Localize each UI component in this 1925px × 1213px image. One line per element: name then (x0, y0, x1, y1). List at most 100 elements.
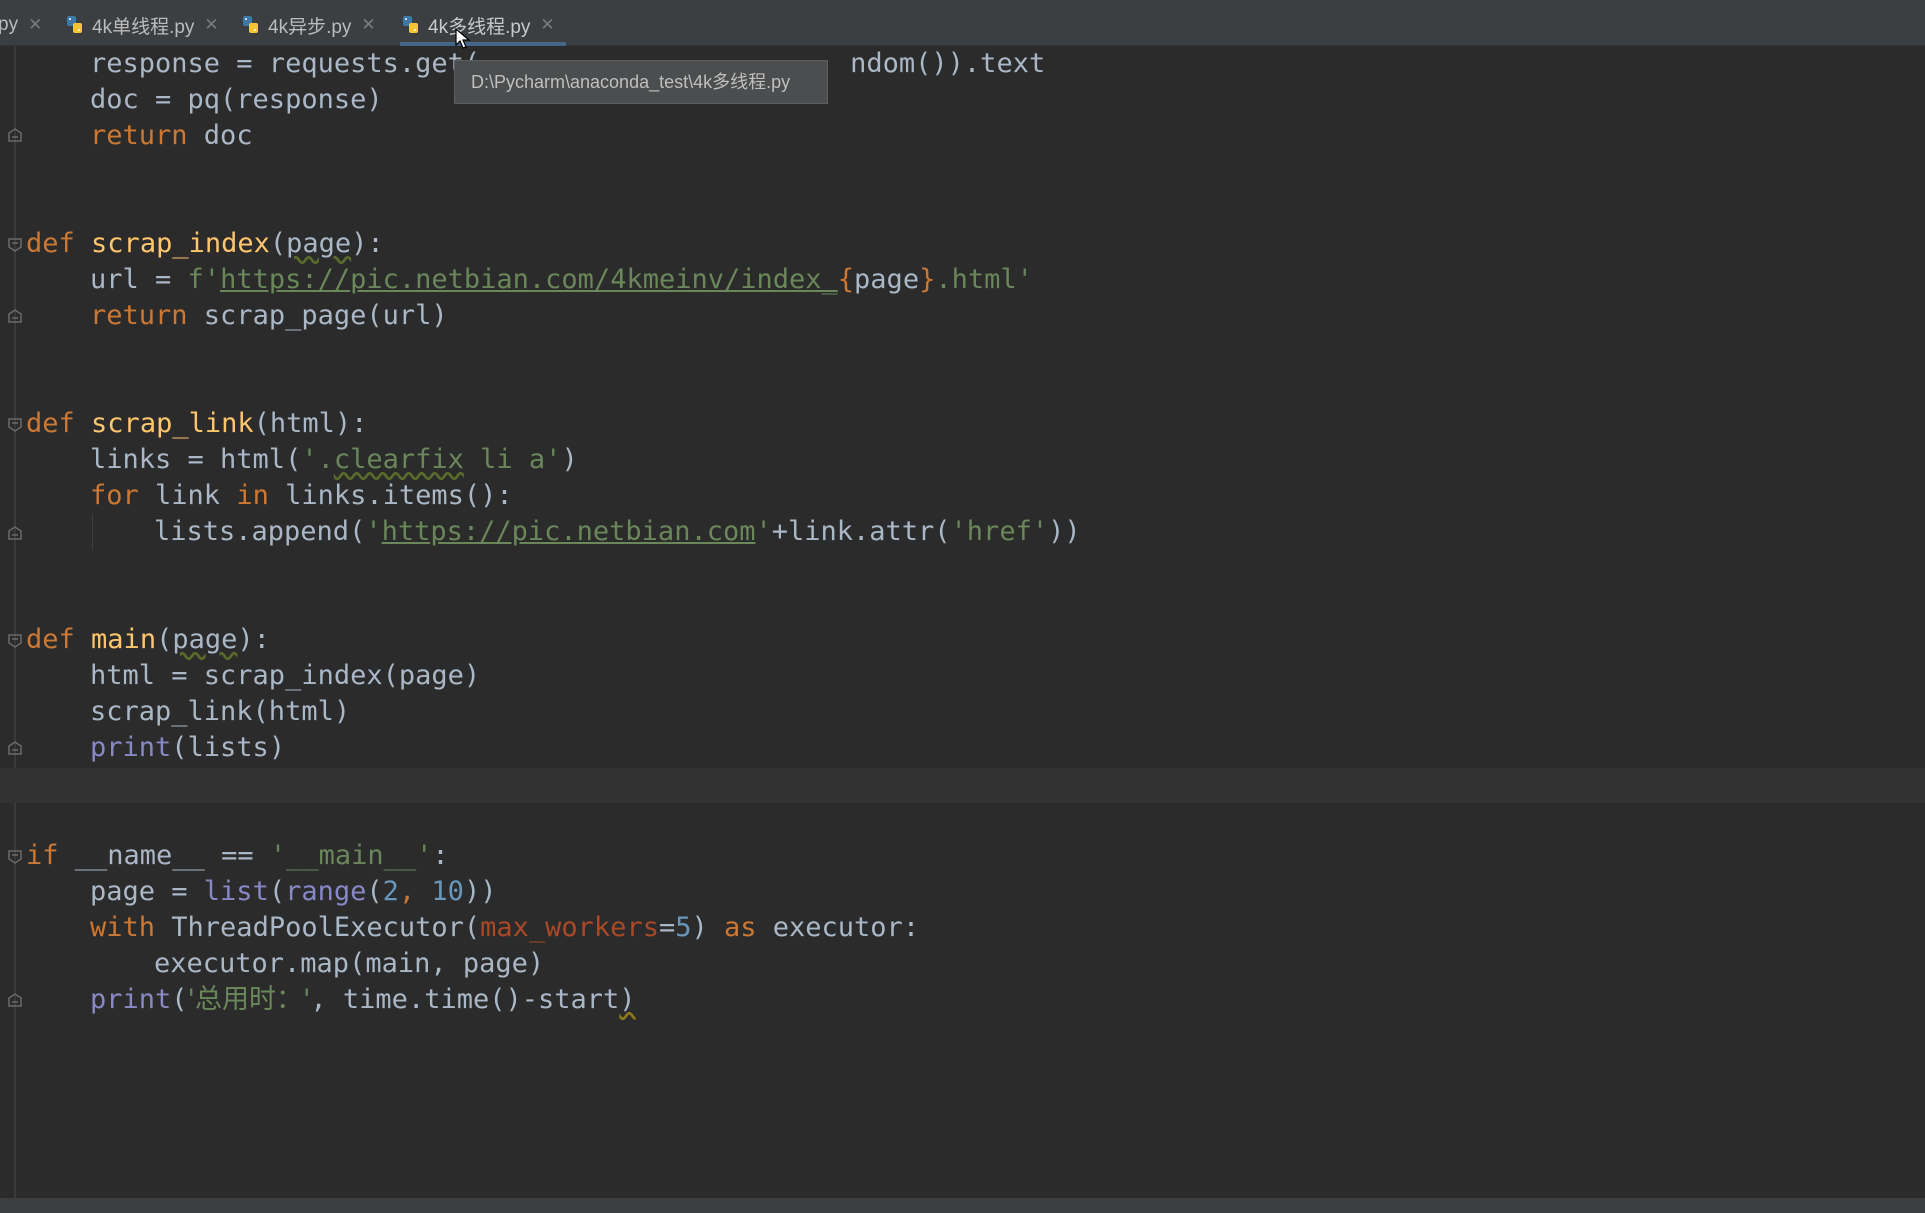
code-text: , time.time()-start (310, 984, 620, 1015)
tab-4k-single-thread[interactable]: 4k单线程.py ✕ (64, 4, 219, 46)
code-text: ndom()).text (850, 48, 1046, 79)
function-name: scrap_index (91, 228, 270, 259)
code-text: executor.map(main, page) (154, 948, 545, 979)
code-text: response = requests.get( (90, 48, 481, 79)
code-line[interactable]: def main(page): (0, 622, 1925, 658)
python-file-icon (400, 14, 422, 36)
code-text: ThreadPoolExecutor( (155, 912, 481, 943)
keyword: return (90, 120, 188, 151)
function-name: main (91, 624, 157, 655)
code-line[interactable]: response = requests.get( ndom()).text (0, 46, 1925, 82)
code-line[interactable]: for link in links.items(): (0, 478, 1925, 514)
python-file-icon (64, 14, 86, 36)
code-line[interactable]: return doc (0, 118, 1925, 154)
number: 2 (382, 876, 399, 907)
fstring-brace: { (837, 264, 855, 295)
string: ' (755, 516, 772, 547)
code-text: page (854, 264, 920, 295)
code-text: links.items(): (268, 480, 513, 511)
keyword: for (90, 480, 139, 511)
code-text: (html): (253, 408, 368, 439)
mouse-cursor-icon (455, 27, 471, 50)
code-text: ) (691, 912, 724, 943)
code-text: ) (619, 984, 636, 1015)
keyword: if (26, 840, 59, 871)
code-text: executor: (756, 912, 920, 943)
code-line[interactable]: doc = pq(response) (0, 82, 1925, 118)
code-text: __name__ == (58, 840, 270, 871)
keyword: as (724, 912, 757, 943)
code-line[interactable]: lists.append('https://pic.netbian.com'+l… (0, 514, 1925, 550)
code-text: ( (156, 624, 173, 655)
code-text: ): (351, 228, 384, 259)
indent-guide (92, 514, 93, 550)
editor-tab-bar: py ✕ 4k单线程.py ✕ 4k异步.py ✕ 4k多线程.py ✕ (0, 0, 1925, 46)
string: .html' (935, 264, 1033, 295)
url-link[interactable]: https://pic.netbian.com/4kmeinv/index_ (220, 264, 838, 295)
code-text: link (138, 480, 237, 511)
code-text: ) (561, 444, 578, 475)
builtin: print (90, 732, 172, 763)
close-icon[interactable]: ✕ (361, 15, 375, 35)
code-line[interactable]: print(lists) (0, 730, 1925, 766)
tab-4k-multi-thread[interactable]: 4k多线程.py ✕ (400, 4, 566, 46)
tab-label: py (0, 14, 19, 35)
code-line[interactable]: return scrap_page(url) (0, 298, 1925, 334)
string: '. (301, 444, 334, 475)
code-text: ( (171, 984, 188, 1015)
code-text: doc (187, 120, 253, 151)
builtin: list (203, 876, 269, 907)
punct: , (398, 876, 432, 907)
code-line[interactable]: print('总用时：', time.time()-start) (0, 982, 1925, 1018)
keyword: def (26, 408, 75, 439)
function-name: scrap_link (91, 408, 254, 439)
close-icon[interactable]: ✕ (28, 15, 42, 35)
code-text: scrap_page(url) (187, 300, 448, 331)
string: '__main__' (269, 840, 433, 871)
code-line[interactable]: url = f'https://pic.netbian.com/4kmeinv/… (0, 262, 1925, 298)
keyword: def (26, 228, 75, 259)
builtin: range (285, 876, 367, 907)
param: page (286, 228, 352, 259)
close-icon[interactable]: ✕ (204, 15, 218, 35)
string: f' (187, 264, 221, 295)
tab-4k-async[interactable]: 4k异步.py ✕ (240, 4, 376, 46)
url-link[interactable]: https://pic.netbian.com (382, 516, 756, 547)
number: 10 (431, 876, 464, 907)
string: ' (365, 516, 382, 547)
code-line[interactable]: html = scrap_index(page) (0, 658, 1925, 694)
code-text: (lists) (171, 732, 286, 763)
code-line[interactable]: def scrap_index(page): (0, 226, 1925, 262)
number: 5 (675, 912, 692, 943)
string: li a' (463, 444, 562, 475)
param: page (172, 624, 238, 655)
code-text: +link.attr( (771, 516, 951, 547)
keyword: with (90, 912, 156, 943)
code-text: ( (269, 228, 287, 259)
code-line[interactable]: page = list(range(2, 10)) (0, 874, 1925, 910)
tab-label: 4k异步.py (268, 16, 352, 38)
close-icon[interactable]: ✕ (540, 15, 554, 35)
code-text: lists.append( (154, 516, 366, 547)
keyword: return (90, 300, 188, 331)
code-line[interactable]: with ThreadPoolExecutor(max_workers=5) a… (0, 910, 1925, 946)
code-text: )) (463, 876, 497, 907)
code-line[interactable]: def scrap_link(html): (0, 406, 1925, 442)
builtin: print (90, 984, 172, 1015)
file-path-tooltip: D:\Pycharm\anaconda_test\4k多线程.py (454, 60, 828, 104)
code-text: )) (1048, 516, 1081, 547)
code-line[interactable]: if __name__ == '__main__': (0, 838, 1925, 874)
code-text: : (432, 840, 449, 871)
code-text: html = scrap_index(page) (90, 660, 481, 691)
code-text: doc = pq(response) (90, 84, 383, 115)
code-line[interactable]: executor.map(main, page) (0, 946, 1925, 982)
string: 'href' (950, 516, 1049, 547)
code-line[interactable]: scrap_link(html) (0, 694, 1925, 730)
current-line-highlight[interactable] (0, 768, 1925, 803)
code-text: ( (268, 876, 286, 907)
code-line[interactable]: links = html('.clearfix li a') (0, 442, 1925, 478)
code-text: links = html( (90, 444, 302, 475)
tab-label: 4k多线程.py (428, 16, 531, 38)
tab-partial[interactable]: py ✕ (0, 4, 42, 46)
code-text: ): (237, 624, 270, 655)
